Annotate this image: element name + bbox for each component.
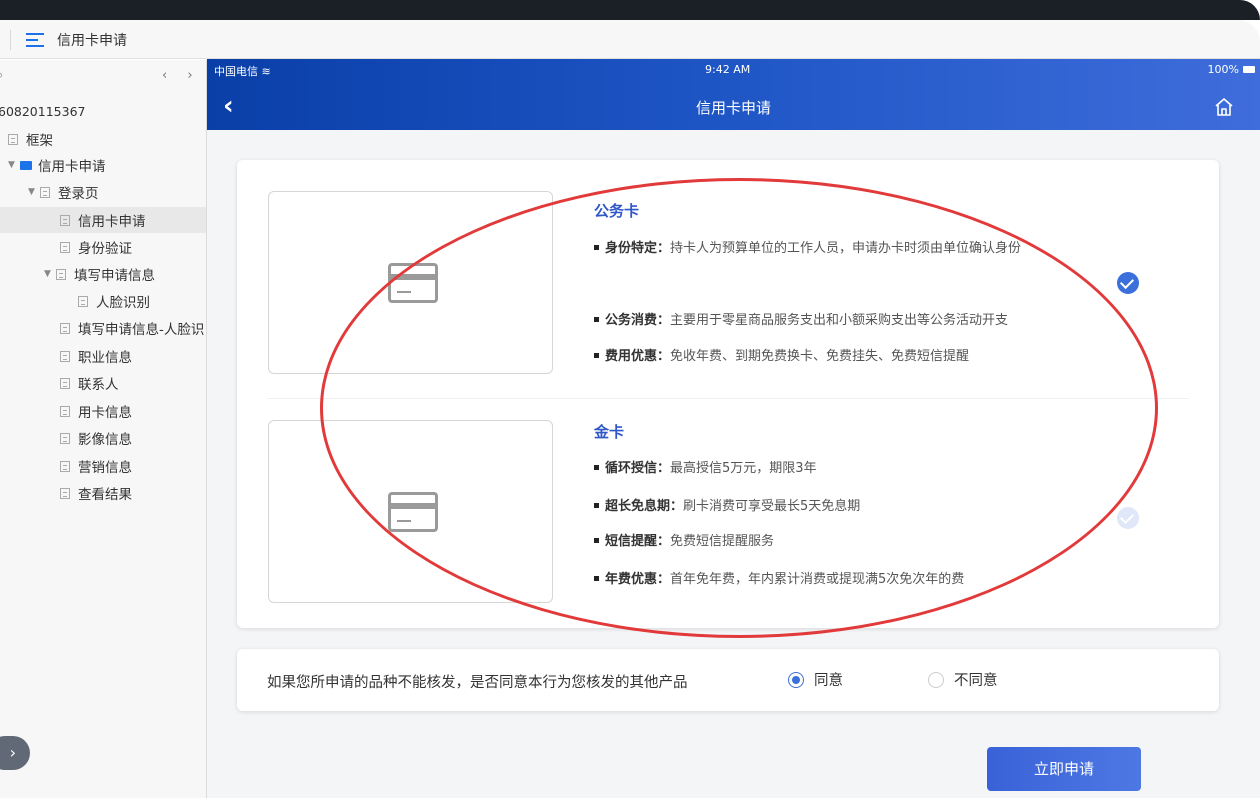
window-top-edge	[0, 0, 1260, 20]
app-window: 信用卡申请 ⌕ ‹ › 60820115367 框架 ▼ 信用卡申请 ▼ 登录页 信…	[0, 0, 1260, 798]
tree-item-contact[interactable]: 联系人	[60, 370, 119, 396]
page-icon	[60, 405, 70, 417]
page-icon	[60, 487, 70, 499]
tree-item-face-id[interactable]: 人脸识别	[78, 288, 150, 314]
page-icon	[60, 432, 70, 444]
disagree-label: 不同意	[954, 673, 998, 689]
page-icon	[56, 268, 66, 280]
tree-item-label: 职业信息	[78, 350, 132, 366]
mobile-preview: 中国电信 ≋ 9:42 AM 100% ‹ 信用卡申请 公务卡 身份特定：持卡人…	[207, 59, 1260, 798]
page-icon	[60, 241, 70, 253]
tree-item-identity[interactable]: 身份验证	[60, 234, 132, 260]
option-gold-card[interactable]: 金卡 循环授信：最高授信5万元，期限3年 超长免息期：刷卡消费可享受最长5天免息…	[237, 399, 1219, 624]
tree-item-label: 营销信息	[78, 460, 132, 476]
home-icon[interactable]	[1214, 97, 1234, 117]
app-header: 中国电信 ≋ 9:42 AM 100% ‹ 信用卡申请	[207, 59, 1260, 130]
page-icon	[60, 460, 70, 472]
status-time: 9:42 AM	[705, 63, 751, 76]
folder-icon	[20, 160, 32, 170]
feature-line: 费用优惠：免收年费、到期免费换卡、免费挂失、免费短信提醒	[594, 348, 1114, 366]
toolbar-divider	[10, 30, 11, 50]
tree-item-label: 人脸识别	[96, 295, 150, 311]
disagree-radio[interactable]: 不同意	[928, 669, 998, 690]
tree-item-label: 联系人	[78, 377, 119, 393]
tree-item-label: 用卡信息	[78, 405, 132, 421]
option-official-card[interactable]: 公务卡 身份特定：持卡人为预算单位的工作人员，申请办卡时须由单位确认身份 公务消…	[237, 160, 1219, 385]
radio-checked-icon	[788, 671, 804, 688]
alternative-product-consent: 如果您所申请的品种不能核发，是否同意本行为您核发的其他产品 同意 不同意	[237, 649, 1219, 711]
tree-item-result[interactable]: 查看结果	[60, 480, 132, 506]
apply-now-button[interactable]: 立即申请	[987, 747, 1141, 791]
tree-item-marketing[interactable]: 营销信息	[60, 453, 132, 479]
page-tree-sidebar: ⌕ ‹ › 60820115367 框架 ▼ 信用卡申请 ▼ 登录页 信用卡申请 身…	[0, 60, 207, 798]
credit-card-icon	[388, 492, 438, 532]
tree-item-label: 填写申请信息-人脸识	[78, 322, 205, 338]
page-icon	[60, 350, 70, 362]
page-icon	[60, 322, 70, 334]
feature-line: 身份特定：持卡人为预算单位的工作人员，申请办卡时须由单位确认身份	[594, 240, 1114, 258]
unselected-check-icon[interactable]	[1117, 507, 1139, 529]
page-icon	[40, 186, 50, 198]
tree-item-credit-apply[interactable]: 信用卡申请	[0, 207, 206, 233]
tree-item-credit-folder[interactable]: ▼ 信用卡申请	[8, 152, 106, 178]
page-title: 信用卡申请	[695, 99, 771, 117]
agree-radio[interactable]: 同意	[788, 669, 843, 690]
option-title: 金卡	[594, 423, 625, 441]
tree-item-label: 信用卡申请	[78, 214, 146, 230]
tree-item-label: 填写申请信息	[74, 268, 155, 284]
status-bar: 中国电信 ≋ 9:42 AM 100%	[207, 59, 1260, 81]
caret-down-icon[interactable]: ▼	[44, 269, 56, 279]
tree-item-label: 查看结果	[78, 487, 132, 503]
card-image-placeholder	[268, 191, 553, 374]
tree-item-fill-info[interactable]: ▼ 填写申请信息	[44, 261, 155, 287]
page-icon	[8, 133, 18, 145]
tree-item-label: 身份验证	[78, 241, 132, 257]
page-icon	[60, 377, 70, 389]
radio-unchecked-icon	[928, 671, 944, 688]
tree-item-login[interactable]: ▼ 登录页	[28, 179, 99, 205]
tree-item-fill-info-face[interactable]: 填写申请信息-人脸识	[60, 315, 206, 341]
page-icon	[78, 295, 88, 307]
caret-down-icon[interactable]: ▼	[8, 160, 20, 170]
feature-line: 循环授信：最高授信5万元，期限3年	[594, 460, 1114, 478]
battery-icon	[1243, 66, 1255, 73]
wifi-icon: ≋	[261, 65, 271, 78]
agree-label: 同意	[814, 673, 843, 689]
card-image-placeholder	[268, 420, 553, 603]
battery-percent: 100%	[1207, 63, 1239, 76]
search-icon[interactable]: ⌕	[0, 68, 3, 83]
selected-check-icon[interactable]	[1117, 272, 1139, 294]
feature-line: 年费优惠：首年免年费，年内累计消费或提现满5次免次年的费	[594, 571, 1114, 589]
consent-question: 如果您所申请的品种不能核发，是否同意本行为您核发的其他产品	[267, 675, 688, 691]
nav-bar: ‹ 信用卡申请	[207, 87, 1260, 127]
feature-line: 短信提醒：免费短信提醒服务	[594, 533, 1114, 551]
tree-item-label: 影像信息	[78, 432, 132, 448]
carrier-label: 中国电信 ≋	[214, 65, 271, 78]
tree-item-image-info[interactable]: 影像信息	[60, 425, 132, 451]
card-options-panel: 公务卡 身份特定：持卡人为预算单位的工作人员，申请办卡时须由单位确认身份 公务消…	[237, 160, 1219, 628]
tree-item-job[interactable]: 职业信息	[60, 343, 132, 369]
feature-line: 超长免息期：刷卡消费可享受最长5天免息期	[594, 498, 1114, 516]
app-toolbar: 信用卡申请	[0, 20, 1260, 59]
expand-sidebar-button[interactable]: ›	[0, 736, 30, 770]
caret-down-icon[interactable]: ▼	[28, 187, 40, 197]
tree-item-label: 登录页	[58, 186, 99, 202]
menu-icon[interactable]	[26, 32, 44, 48]
feature-line: 公务消费：主要用于零星商品服务支出和小额采购支出等公务活动开支	[594, 312, 1114, 330]
option-title: 公务卡	[594, 202, 640, 220]
tree-item-frame[interactable]: 框架	[8, 126, 53, 152]
credit-card-icon	[388, 263, 438, 303]
tree-item-label: 框架	[26, 133, 53, 149]
project-id: 60820115367	[0, 104, 86, 119]
page-icon	[60, 214, 70, 226]
tree-item-label: 信用卡申请	[38, 159, 106, 175]
toolbar-title: 信用卡申请	[57, 33, 127, 49]
tree-item-card-info[interactable]: 用卡信息	[60, 398, 132, 424]
tree-nav-arrows[interactable]: ‹ ›	[162, 68, 201, 83]
